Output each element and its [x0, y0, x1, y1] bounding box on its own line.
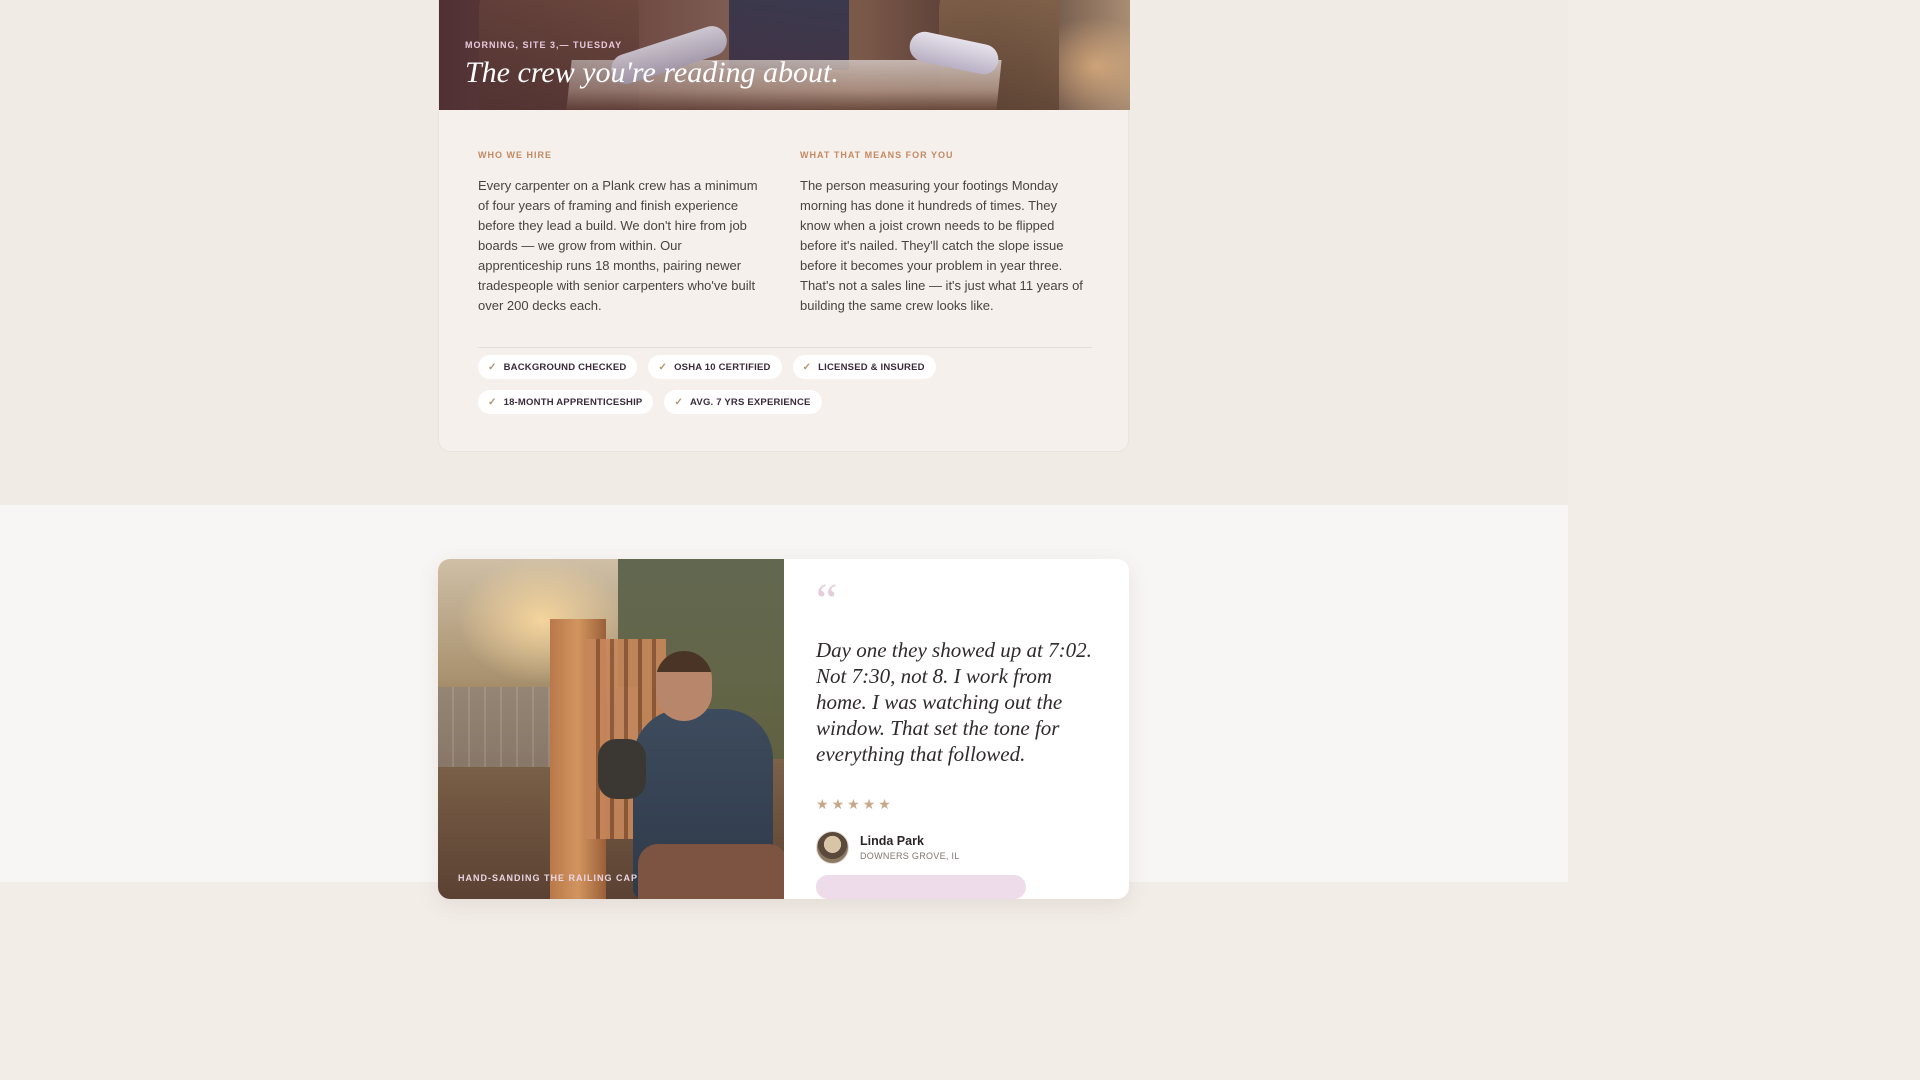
star-icon: ★ — [862, 796, 876, 812]
reviewer-name: Linda Park — [860, 834, 924, 848]
testimonial-quote: Day one they showed up at 7:02. Not 7:30… — [816, 638, 1092, 766]
star-icon: ★ — [878, 796, 891, 812]
star-rating: ★ ★ ★ ★ ★ — [816, 796, 891, 813]
photo-carpenter-legs — [638, 844, 784, 899]
reviewer-info: Linda Park DOWNERS GROVE, IL — [860, 834, 960, 861]
who-we-hire-column: WHO WE HIRE Every carpenter on a Plank c… — [478, 150, 763, 316]
photo-carpenter-head — [656, 651, 712, 721]
check-icon: ✓ — [802, 361, 812, 373]
star-icon: ★ — [831, 796, 845, 812]
star-icon: ★ — [847, 796, 860, 812]
badge-label: AVG. 7 YRS EXPERIENCE — [690, 396, 811, 408]
crew-card: MORNING, SITE 3,— TUESDAY The crew you'r… — [438, 0, 1130, 452]
check-icon: ✓ — [674, 396, 684, 408]
hero-overlay — [439, 0, 1130, 110]
badge-osha-certified: ✓ OSHA 10 CERTIFIED — [648, 355, 782, 379]
star-icon: ★ — [816, 796, 829, 812]
what-it-means-label: WHAT THAT MEANS FOR YOU — [800, 150, 954, 160]
avatar — [816, 831, 849, 864]
divider — [478, 347, 1092, 348]
check-icon: ✓ — [488, 396, 497, 408]
badge-label: 18-MONTH APPRENTICESHIP — [503, 396, 643, 408]
reviewer: Linda Park DOWNERS GROVE, IL — [816, 831, 960, 864]
reviewer-location: DOWNERS GROVE, IL — [860, 851, 960, 861]
who-we-hire-text: Every carpenter on a Plank crew has a mi… — [478, 178, 758, 313]
photo-sander — [598, 739, 646, 799]
testimonial-photo: HAND-SANDING THE RAILING CAP — [438, 559, 784, 899]
hero-kicker: MORNING, SITE 3,— TUESDAY — [465, 40, 623, 50]
credential-badges: ✓ BACKGROUND CHECKED ✓ OSHA 10 CERTIFIED… — [478, 355, 1098, 414]
photo-caption: HAND-SANDING THE RAILING CAP — [458, 873, 638, 883]
badge-background-checked: ✓ BACKGROUND CHECKED — [478, 355, 638, 379]
badge-label: BACKGROUND CHECKED — [503, 361, 627, 373]
badge-label: OSHA 10 CERTIFIED — [674, 361, 771, 373]
cta-button[interactable] — [816, 875, 1026, 899]
check-icon: ✓ — [658, 361, 668, 373]
hero-title: The crew you're reading about. — [465, 56, 839, 89]
crew-hero-image: MORNING, SITE 3,— TUESDAY The crew you'r… — [439, 0, 1130, 110]
check-icon: ✓ — [488, 361, 497, 373]
what-it-means-text: The person measuring your footings Monda… — [800, 178, 1083, 313]
badge-licensed-insured: ✓ LICENSED & INSURED — [792, 355, 936, 379]
who-we-hire-label: WHO WE HIRE — [478, 150, 552, 160]
testimonial-content: “ Day one they showed up at 7:02. Not 7:… — [816, 559, 1106, 899]
testimonial-card: HAND-SANDING THE RAILING CAP “ Day one t… — [438, 559, 1129, 899]
quote-mark-icon: “ — [816, 574, 838, 627]
badge-label: LICENSED & INSURED — [818, 361, 925, 373]
what-it-means-column: WHAT THAT MEANS FOR YOU The person measu… — [800, 150, 1085, 316]
badge-avg-experience: ✓ AVG. 7 YRS EXPERIENCE — [664, 390, 822, 414]
badge-apprenticeship: ✓ 18-MONTH APPRENTICESHIP — [478, 390, 654, 414]
